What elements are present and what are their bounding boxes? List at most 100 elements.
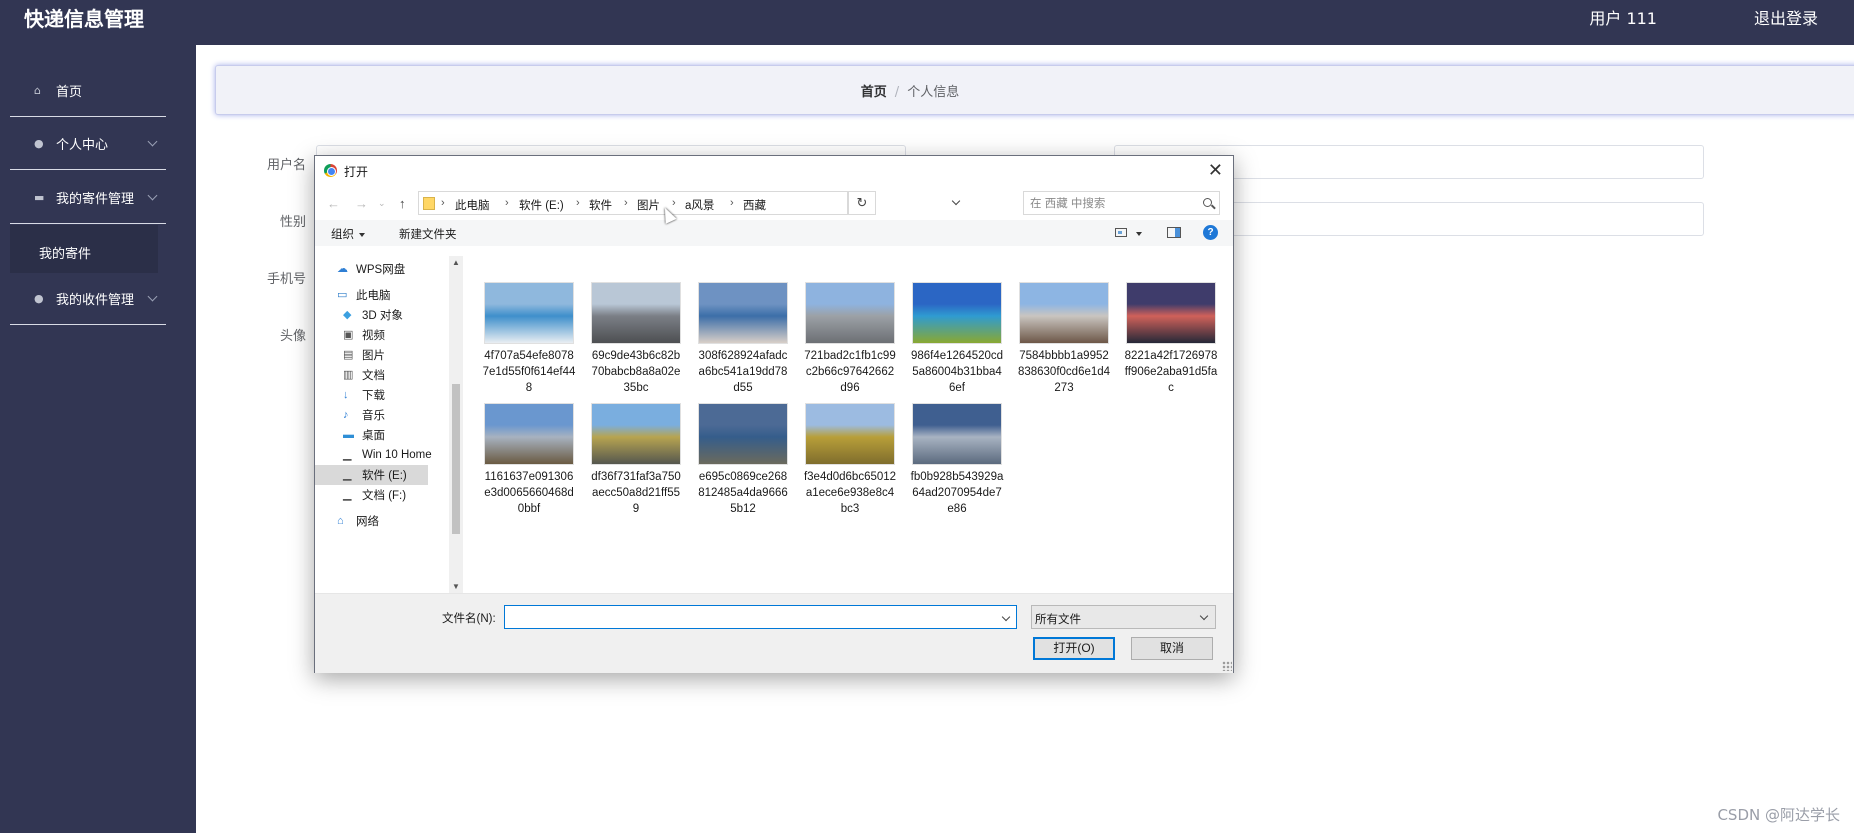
nav-item-label: 视频	[362, 330, 385, 342]
filename-input[interactable]	[509, 609, 989, 625]
recent-dropdown-icon[interactable]: ⌄	[378, 198, 386, 209]
sidebar-item-send-management[interactable]: ▬ 我的寄件管理	[10, 172, 166, 224]
sidebar-item-label: 我的寄件管理	[56, 192, 135, 207]
forward-arrow-icon[interactable]: →	[355, 196, 368, 211]
path-segment[interactable]: 此电脑	[455, 197, 490, 213]
file-item[interactable]: fb0b928b543929a64ad2070954de7e86	[910, 403, 1004, 517]
path-segment[interactable]: 软件 (E:)	[519, 197, 564, 213]
help-icon[interactable]: ?	[1203, 225, 1218, 240]
network-icon: ⌂	[337, 514, 344, 527]
file-name: df36f731faf3a750aecc50a8d21ff559	[591, 471, 681, 515]
sidebar-item-home[interactable]: ⌂ 首页	[10, 65, 166, 117]
file-item[interactable]: e695c0869ce268812485a4da96665b12	[696, 403, 790, 517]
nav-item[interactable]: ▤ 图片	[343, 345, 385, 365]
path-segment[interactable]: 软件	[589, 197, 612, 213]
nav-item-label: 软件 (E:)	[362, 470, 407, 482]
nav-item[interactable]: ☁ WPS网盘	[337, 259, 405, 279]
sidebar-item-label: 首页	[56, 85, 83, 100]
navigation-scrollbar[interactable]: ▲ ▼	[449, 256, 463, 593]
nav-item[interactable]: ▁ 软件 (E:)	[315, 465, 428, 485]
chevron-down-icon	[1199, 611, 1209, 621]
file-name: 721bad2c1fb1c99c2b66c97642662d96	[804, 350, 896, 394]
scroll-down-icon[interactable]: ▼	[452, 582, 460, 591]
search-box[interactable]	[1023, 191, 1220, 215]
up-arrow-icon[interactable]: ↑	[399, 196, 406, 211]
organize-button[interactable]: 组织	[331, 226, 365, 242]
nav-item-label: 3D 对象	[362, 310, 403, 322]
home-icon: ⌂	[34, 83, 41, 97]
nav-item[interactable]: ▁ 文档 (F:)	[343, 485, 406, 505]
navigation-pane: ☁ WPS网盘 ▭ 此电脑 ◆ 3D 对象 ▣ 视频 ▤ 图片 ▥ 文档 ↓ 下载 ♪ 音乐 ▬ 桌面 ▁ Win 1…	[315, 256, 440, 593]
nav-item[interactable]: ▁ Win 10 Home	[343, 445, 432, 465]
path-segment[interactable]: a风景	[685, 197, 714, 213]
image-thumbnail	[698, 403, 788, 465]
cloud-icon: ☁	[337, 262, 348, 275]
nav-item[interactable]: ▥ 文档	[343, 365, 385, 385]
nav-item[interactable]: ◆ 3D 对象	[343, 305, 403, 325]
file-item[interactable]: 986f4e1264520cd5a86004b31bba46ef	[910, 282, 1004, 396]
nav-item[interactable]: ▬ 桌面	[343, 425, 385, 445]
file-item[interactable]: 1161637e091306e3d0065660468d0bbf	[482, 403, 576, 517]
file-item[interactable]: f3e4d0d6bc65012a1ece6e938e8c4bc3	[803, 403, 897, 517]
nav-item-label: 图片	[362, 350, 385, 362]
file-item[interactable]: 8221a42f1726978ff906e2aba91d5fac	[1124, 282, 1218, 396]
file-item[interactable]: 69c9de43b6c82b70babcb8a8a02e35bc	[589, 282, 683, 396]
nav-item[interactable]: ▭ 此电脑	[337, 285, 391, 305]
sidebar-item-label: 我的收件管理	[56, 293, 135, 308]
file-item[interactable]: 4f707a54efe80787e1d55f0f614ef448	[482, 282, 576, 396]
filename-dropdown-icon[interactable]	[1001, 612, 1011, 622]
image-thumbnail	[484, 282, 574, 344]
dialog-title: 打开	[344, 165, 369, 179]
file-name: 7584bbbb1a9952838630f0cd6e1d4273	[1017, 350, 1111, 394]
back-arrow-icon[interactable]: ←	[327, 196, 340, 211]
file-name: fb0b928b543929a64ad2070954de7e86	[910, 471, 1004, 515]
resize-grip-icon[interactable]	[1222, 661, 1232, 671]
sidebar-subitem-my-sends[interactable]: 我的寄件	[10, 225, 158, 273]
chevron-right-icon: ›	[730, 197, 734, 209]
nav-item-label: 网络	[356, 516, 379, 528]
breadcrumb-separator: /	[894, 85, 900, 100]
address-dropdown-icon[interactable]	[951, 196, 961, 206]
preview-pane-icon[interactable]	[1167, 227, 1181, 238]
nav-item[interactable]: ♪ 音乐	[343, 405, 385, 425]
logout-link[interactable]: 退出登录	[1754, 5, 1818, 29]
path-segment-current[interactable]: 西藏	[743, 197, 766, 213]
nav-item[interactable]: ⌂ 网络	[337, 511, 379, 531]
path-segment[interactable]: 图片	[637, 197, 660, 213]
cancel-button[interactable]: 取消	[1131, 637, 1213, 660]
close-icon[interactable]: ✕	[1208, 160, 1223, 180]
file-open-dialog: 打开 ✕ ← → ⌄ ↑ › 此电脑 › 软件 (E:) › 软件 › 图片 ›…	[314, 155, 1234, 673]
file-item[interactable]: df36f731faf3a750aecc50a8d21ff559	[589, 403, 683, 517]
nav-item-label: 音乐	[362, 410, 385, 422]
scroll-thumb[interactable]	[452, 384, 460, 534]
user-name: 用户 111	[1589, 9, 1657, 28]
sidebar-item-personal-center[interactable]: ● 个人中心	[10, 118, 166, 170]
nav-item[interactable]: ↓ 下载	[343, 385, 385, 405]
filename-label: 文件名(N):	[442, 613, 496, 625]
breadcrumb-home[interactable]: 首页	[861, 85, 887, 100]
document-icon: ▥	[343, 368, 354, 381]
view-dropdown-icon[interactable]	[1136, 232, 1142, 236]
address-bar[interactable]: › 此电脑 › 软件 (E:) › 软件 › 图片 › a风景 › 西藏	[418, 191, 848, 215]
refresh-icon[interactable]: ↻	[848, 191, 876, 215]
view-mode-icon[interactable]	[1115, 228, 1127, 237]
filename-field[interactable]	[504, 605, 1017, 629]
file-item[interactable]: 721bad2c1fb1c99c2b66c97642662d96	[803, 282, 897, 396]
new-folder-button[interactable]: 新建文件夹	[399, 226, 457, 242]
dialog-title-bar: 打开 ✕	[315, 156, 1233, 186]
nav-item[interactable]: ▣ 视频	[343, 325, 385, 345]
image-thumbnail	[484, 403, 574, 465]
image-thumbnail	[805, 282, 895, 344]
filetype-select[interactable]: 所有文件	[1031, 605, 1216, 629]
chevron-right-icon: ›	[672, 197, 676, 209]
folder-icon	[423, 197, 435, 210]
file-item[interactable]: 308f628924afadca6bc541a19dd78d55	[696, 282, 790, 396]
phone-label: 手机号	[266, 272, 306, 287]
open-button[interactable]: 打开(O)	[1033, 637, 1115, 660]
scroll-up-icon[interactable]: ▲	[452, 258, 460, 267]
search-input[interactable]	[1030, 196, 1190, 212]
file-name: 8221a42f1726978ff906e2aba91d5fac	[1124, 350, 1218, 394]
file-item[interactable]: 7584bbbb1a9952838630f0cd6e1d4273	[1017, 282, 1111, 396]
sidebar-item-receive-management[interactable]: ● 我的收件管理	[10, 273, 166, 325]
chevron-right-icon: ›	[441, 197, 445, 209]
